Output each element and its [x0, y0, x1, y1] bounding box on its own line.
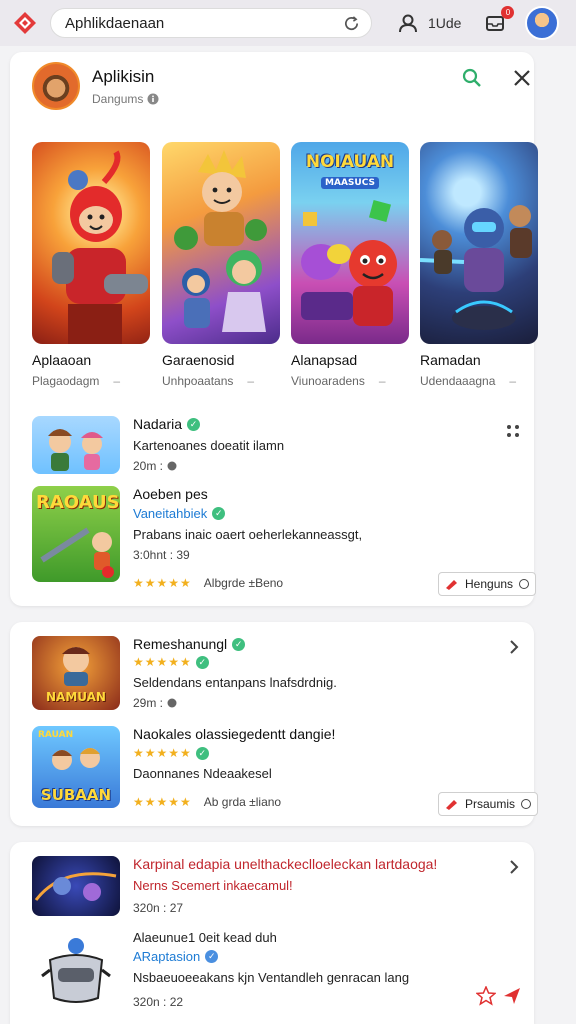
item-description: Nsbaeuoeeakans kjn Ventandleh genracan l… [133, 970, 410, 985]
send-icon[interactable] [502, 986, 522, 1011]
gallery-item[interactable]: Garaenosid Unhpoaatans – [162, 142, 280, 388]
get-button[interactable]: Henguns [438, 572, 537, 596]
app-thumbnail [32, 856, 120, 916]
item-meta: 320n : 22 [133, 995, 184, 1009]
art-logo-text: NAMUAN [46, 690, 106, 704]
close-icon[interactable] [512, 68, 532, 93]
item-title: Naokales olassiegedentt dangie! [133, 726, 336, 742]
verified-check-icon: ✓ [205, 950, 219, 963]
user-icon[interactable] [396, 11, 420, 35]
item-meta: 3:0hnt : 39 [133, 548, 190, 562]
item-description: Prabans inaic oaert oeherlekanneassgt, [133, 527, 363, 542]
item-title: Karpinal edapia unelthackeclloeleckan la… [133, 856, 438, 872]
circle-icon [521, 799, 532, 809]
list-item[interactable]: RAOAUS Aoeben pes Vaneitahbiek ✓ Prabans … [32, 486, 362, 590]
item-publisher[interactable]: Vaneitahbiek [133, 506, 207, 521]
verified-check-icon: ✓ [212, 507, 226, 520]
gallery-sub: Plagaodagm – [32, 374, 121, 388]
star-rating-icon: ★★★★★ [133, 576, 192, 590]
gallery-title: Ramadan [420, 352, 481, 368]
app-thumbnail: RAUAN SUBAAN [32, 726, 120, 808]
item-subtitle: Alaeunue1 0eit kead duh [133, 930, 277, 945]
list-item[interactable]: NAMUAN Remeshanungl ✓ ★★★★★ ✓ Seldendans e… [32, 636, 337, 710]
url-input[interactable] [65, 14, 341, 32]
star-rating-icon: ★★★★★ [133, 655, 192, 669]
profile-avatar[interactable] [525, 6, 560, 40]
rating-text: Ab grda ±liano [203, 795, 282, 809]
card-header: Aplikisin Dangums [32, 62, 159, 110]
item-publisher[interactable]: ARaptasion [133, 949, 200, 964]
item-title: Aoeben pes [133, 486, 208, 502]
app-thumbnail: NAMUAN [32, 636, 120, 710]
star-rating-icon: ★★★★★ [133, 746, 192, 760]
circle-icon [519, 579, 530, 589]
star-outline-icon[interactable] [475, 985, 497, 1011]
search-icon[interactable] [462, 68, 482, 93]
list-item[interactable]: Karpinal edapia unelthackeclloeleckan la… [32, 856, 437, 916]
chevron-right-icon[interactable] [508, 860, 520, 879]
get-button-label: Henguns [465, 577, 514, 591]
verified-check-icon: ✓ [232, 637, 246, 651]
gallery-title: Aplaaoan [32, 352, 92, 368]
gallery-item[interactable]: Aplaaoan Plagaodagm – [32, 142, 150, 388]
art-logo-text: SUBAAN [40, 786, 112, 804]
address-bar[interactable] [50, 8, 372, 38]
game-art-heroes [162, 142, 280, 344]
star-rating-icon: ★★★★★ [133, 795, 192, 809]
verified-check-icon: ✓ [195, 746, 209, 760]
rating-text: Albgrde ±Beno [203, 576, 284, 590]
item-title: Nadaria [133, 416, 183, 432]
gallery-sub: Udendaaagna – [420, 374, 517, 388]
robot-icon [32, 930, 120, 1008]
app-thumbnail [32, 416, 120, 474]
gallery-title: Alanapsad [291, 352, 358, 368]
tag-icon [445, 578, 459, 590]
app-thumbnail: RAOAUS [32, 486, 120, 582]
verified-check-icon: ✓ [187, 417, 201, 431]
more-options-icon[interactable] [506, 424, 520, 443]
chevron-right-icon[interactable] [508, 640, 520, 659]
item-meta: 20m : [133, 459, 164, 473]
featured-apps-card: Aplikisin Dangums Aplaaoan Plagaodagm– [10, 52, 538, 606]
notification-button[interactable]: 0 [483, 6, 515, 35]
gallery-sub: Unhpoaatans – [162, 374, 255, 388]
get-button[interactable]: Prsaumis [438, 792, 539, 816]
item-title: Remeshanungl [133, 636, 228, 652]
gallery-item[interactable]: NOIAUAN MAASUCS Alanapsad Viunoaradens – [291, 142, 409, 388]
list-item[interactable]: Alaeunue1 0eit kead duh ARaptasion ✓ Nsba… [32, 930, 409, 1009]
item-description: Nerns Scemert inkaecamul! [133, 878, 293, 893]
publisher-subtitle: Dangums [92, 91, 144, 106]
item-meta: 320n : 27 [133, 901, 184, 915]
item-description: Daonnanes Ndeaakesel [133, 766, 272, 781]
gallery-title: Garaenosid [162, 352, 235, 368]
info-icon [167, 461, 177, 471]
news-card: Karpinal edapia unelthackeclloeleckan la… [10, 842, 534, 1024]
verified-check-icon: ✓ [195, 655, 209, 669]
notification-badge: 0 [501, 6, 515, 19]
browser-toolbar: 1Ude 0 [0, 0, 576, 46]
game-art-warriors [420, 142, 538, 344]
info-icon [147, 93, 159, 104]
gallery-item[interactable]: Ramadan Udendaaagna – [420, 142, 538, 388]
recommended-card: NAMUAN Remeshanungl ✓ ★★★★★ ✓ Seldendans e… [10, 622, 539, 826]
list-item[interactable]: RAUAN SUBAAN Naokales olassiegedentt dan… [32, 726, 335, 809]
app-gallery: Aplaaoan Plagaodagm – Garaenosid Unhpoaat… [32, 142, 544, 392]
item-description: Seldendans entanpans lnafsdrdnig. [133, 675, 337, 690]
user-label[interactable]: 1Ude [428, 15, 461, 31]
gallery-sub: Viunoaradens – [291, 374, 386, 388]
get-button-label: Prsaumis [465, 797, 516, 811]
diamond-logo-icon[interactable] [10, 8, 40, 38]
reload-icon[interactable] [341, 13, 361, 33]
info-icon [167, 698, 177, 708]
item-description: Kartenoanes doeatit ilamn [133, 438, 285, 453]
publisher-title[interactable]: Aplikisin [92, 67, 159, 87]
list-item[interactable]: Nadaria ✓ Kartenoanes doeatit ilamn 20m : [32, 416, 284, 474]
game-art-candy: NOIAUAN MAASUCS [291, 142, 409, 344]
tag-icon [445, 798, 459, 810]
game-art-robot [32, 142, 150, 344]
item-meta: 29m : [133, 696, 164, 710]
publisher-avatar[interactable] [32, 62, 80, 110]
